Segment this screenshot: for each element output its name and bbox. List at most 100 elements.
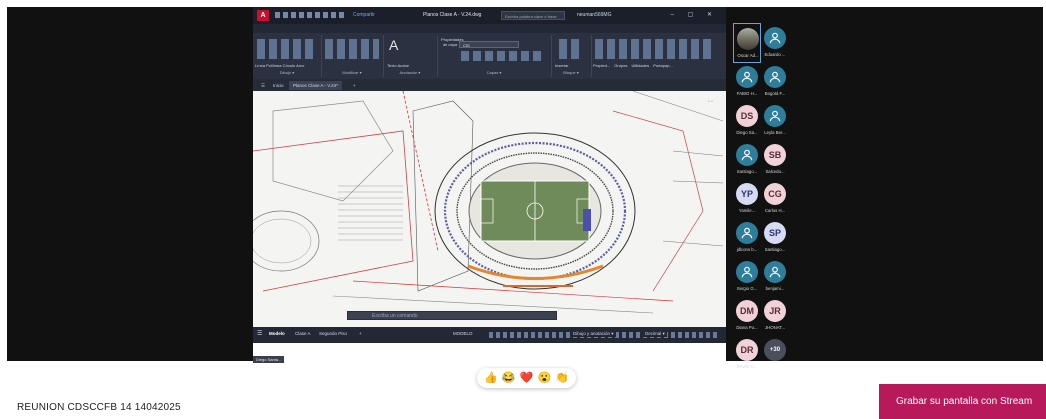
participant-tile[interactable]: DS Diego Sa... bbox=[733, 101, 761, 141]
quick-access-toolbar[interactable] bbox=[275, 12, 345, 18]
ribbon-tabs: Inicio Insertar Anotar Paramétrico Vista… bbox=[253, 24, 726, 40]
reaction-applause[interactable]: 👏 bbox=[555, 368, 569, 388]
layout-tab-model[interactable]: Modelo bbox=[269, 331, 285, 336]
modify-tools-icon[interactable] bbox=[325, 39, 379, 59]
insert-button[interactable]: Insertar bbox=[555, 63, 569, 68]
insert-icon[interactable] bbox=[559, 39, 583, 59]
person-icon bbox=[741, 266, 753, 278]
modify-group[interactable]: Modificar ▾ bbox=[321, 35, 384, 77]
person-icon bbox=[769, 71, 781, 83]
tab-drawing[interactable]: Planos Clase A - V.24* bbox=[289, 81, 342, 90]
model-toggle[interactable]: MODELO bbox=[453, 331, 473, 336]
participant-tile[interactable]: Leyla Ber... bbox=[761, 101, 789, 141]
stadium-plan-drawing: ▫ ▫ bbox=[253, 90, 726, 327]
search-input[interactable]: Escriba palabra clave o frase bbox=[501, 11, 565, 20]
person-icon bbox=[741, 71, 753, 83]
group-label: Dibujo ▾ bbox=[279, 70, 295, 75]
avatar-initials: DM bbox=[736, 300, 758, 322]
participant-tile[interactable]: Santiago... bbox=[733, 140, 761, 180]
draw-tools-icon[interactable] bbox=[257, 39, 317, 59]
avatar bbox=[736, 261, 758, 283]
participant-name: benjami... bbox=[765, 286, 785, 291]
participant-name: Bogotá F... bbox=[764, 91, 786, 96]
avatar bbox=[736, 222, 758, 244]
person-icon bbox=[769, 266, 781, 278]
utilities-icons[interactable] bbox=[595, 39, 715, 59]
workspace-dropdown[interactable]: Dibujo y anotación ▾ bbox=[571, 331, 616, 337]
avatar-initials: YP bbox=[736, 183, 758, 205]
layout-tab-second-floor[interactable]: Segundo Piso bbox=[319, 331, 347, 336]
tool-polyline[interactable]: Polilínea bbox=[266, 63, 281, 68]
participant-tile[interactable]: SP Santiago... bbox=[761, 218, 789, 258]
share-button[interactable]: Compartir bbox=[353, 12, 375, 18]
tool-text[interactable]: Texto bbox=[387, 63, 397, 68]
text-icon[interactable]: A bbox=[389, 37, 398, 53]
new-tab-button[interactable]: + bbox=[349, 81, 360, 90]
person-icon bbox=[769, 32, 781, 44]
tool-arc[interactable]: Arco bbox=[296, 63, 304, 68]
participant-tile[interactable]: YP Yamile... bbox=[733, 179, 761, 219]
window-controls[interactable]: – ▢ ✕ bbox=[671, 11, 718, 18]
participant-tile[interactable]: FABIO H... bbox=[733, 62, 761, 102]
tool-dimension[interactable]: Acotar bbox=[397, 63, 409, 68]
tab-start[interactable]: Inicio bbox=[269, 81, 288, 90]
avatar-initials: DS bbox=[736, 105, 758, 127]
block-group[interactable]: Insertar Bloque ▾ bbox=[551, 35, 592, 77]
avatar-initials: SB bbox=[764, 144, 786, 166]
record-with-stream-button[interactable]: Grabar su pantalla con Stream bbox=[879, 384, 1046, 419]
group-label: Capas ▾ bbox=[486, 70, 502, 75]
menu-icon[interactable]: ☰ bbox=[257, 330, 262, 337]
tool-line[interactable]: Línea bbox=[255, 63, 265, 68]
tool-clipboard[interactable]: Portapap... bbox=[653, 63, 673, 68]
reaction-like[interactable]: 👍 bbox=[484, 368, 498, 388]
reaction-heart[interactable]: ❤️ bbox=[520, 368, 534, 388]
participant-name: JHONAT... bbox=[765, 325, 785, 330]
units-dropdown[interactable]: Decimal ▾ bbox=[643, 331, 667, 337]
group-label: Modificar ▾ bbox=[342, 70, 362, 75]
add-layout-button[interactable]: + bbox=[359, 331, 362, 336]
draw-group[interactable]: Línea Polilínea Círculo Arco Dibujo ▾ bbox=[253, 35, 322, 77]
avatar-initials: JR bbox=[764, 300, 786, 322]
avatar-initials: DR bbox=[736, 339, 758, 361]
participant-tile[interactable]: Oscar Ad... bbox=[733, 23, 761, 63]
command-line-input[interactable]: Escriba un comando bbox=[347, 311, 557, 320]
tool-properties[interactable]: Propied... bbox=[593, 63, 610, 68]
participant-tile[interactable]: DM Diana Pu... bbox=[733, 296, 761, 336]
layer-dropdown[interactable]: CIS bbox=[459, 41, 519, 48]
tool-utilities[interactable]: Utilidades bbox=[632, 63, 650, 68]
layer-properties-button[interactable]: Propiedades de capa bbox=[441, 37, 463, 47]
participant-tile[interactable]: jdlcons b... bbox=[733, 218, 761, 258]
menu-icon[interactable]: ☰ bbox=[257, 81, 269, 90]
avatar bbox=[764, 66, 786, 88]
shared-screen-autocad: A Compartir Planos Clase A - V.24.dwg Es… bbox=[253, 7, 726, 365]
reaction-surprised[interactable]: 😮 bbox=[537, 368, 551, 388]
more-participants-badge: +30 bbox=[764, 339, 786, 361]
annotation-group[interactable]: A Texto Acotar Anotación ▾ bbox=[383, 35, 438, 77]
participant-tile[interactable]: SB Salcedo... bbox=[761, 140, 789, 180]
avatar bbox=[764, 27, 786, 49]
participant-tile[interactable]: Sergio G... bbox=[733, 257, 761, 297]
tool-circle[interactable]: Círculo bbox=[283, 63, 296, 68]
participant-tile[interactable]: +30 bbox=[761, 335, 789, 375]
tool-groups[interactable]: Grupos bbox=[614, 63, 627, 68]
drawing-canvas[interactable]: ▫ ▫ bbox=[253, 90, 726, 327]
person-icon bbox=[741, 149, 753, 161]
avatar bbox=[736, 66, 758, 88]
avatar-initials: CG bbox=[764, 183, 786, 205]
participant-tile[interactable]: Eduardo ... bbox=[761, 23, 789, 63]
layer-tools-icon[interactable] bbox=[461, 51, 541, 61]
avatar bbox=[764, 261, 786, 283]
layers-group[interactable]: Propiedades de capa CIS Capas ▾ bbox=[437, 35, 552, 77]
reaction-laugh[interactable]: 😂 bbox=[502, 368, 516, 388]
reactions-bar: 👍 😂 ❤️ 😮 👏 bbox=[477, 368, 576, 388]
status-bar: ☰ Modelo Clase A Segundo Piso + MODELO D… bbox=[253, 327, 726, 343]
utilities-group[interactable]: Propied... Grupos Utilidades Portapap... bbox=[591, 35, 721, 77]
layout-tab-clase-a[interactable]: Clase A bbox=[295, 331, 311, 336]
participant-tile[interactable]: CG Carlos H... bbox=[761, 179, 789, 219]
participant-tile[interactable]: Bogotá F... bbox=[761, 62, 789, 102]
user-account[interactable]: neuman569MG bbox=[577, 12, 611, 18]
participant-tile[interactable]: JR JHONAT... bbox=[761, 296, 789, 336]
participant-tile[interactable]: benjami... bbox=[761, 257, 789, 297]
avatar-photo bbox=[737, 28, 759, 50]
participant-tile[interactable]: DR DAVID C... bbox=[733, 335, 761, 375]
